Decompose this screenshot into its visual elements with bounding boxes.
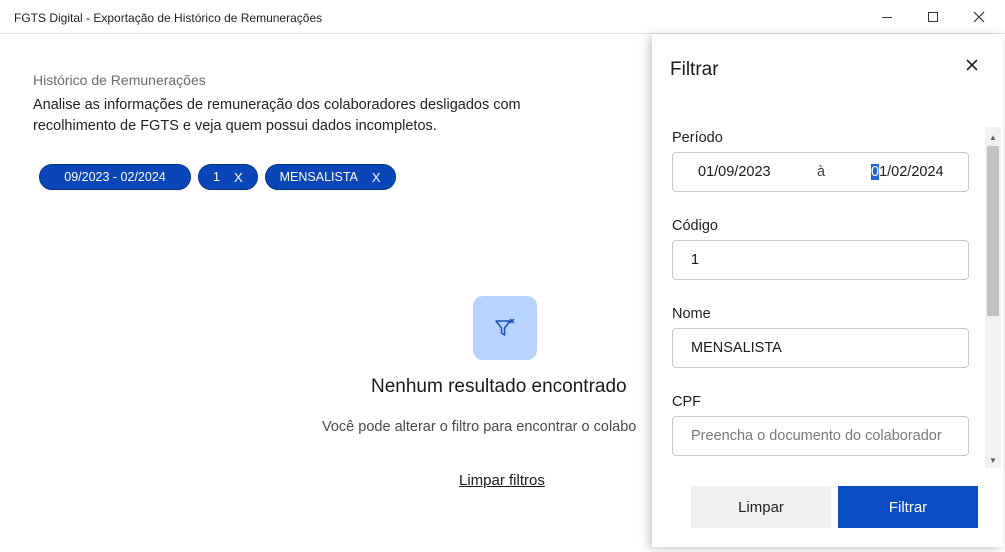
title-bar: FGTS Digital - Exportação de Histórico d… xyxy=(0,0,1005,34)
filter-button[interactable]: Filtrar xyxy=(838,486,978,528)
empty-state-icon-box xyxy=(473,296,537,360)
panel-scrollbar[interactable]: ▲ ▼ xyxy=(985,127,1001,468)
chip-label: MENSALISTA xyxy=(279,170,358,184)
empty-state-subtitle: Você pode alterar o filtro para encontra… xyxy=(322,419,637,435)
clear-button[interactable]: Limpar xyxy=(691,486,831,528)
periodo-field[interactable]: 01/09/2023 à 01/02/2024 xyxy=(672,152,969,192)
selected-text: 0 xyxy=(871,164,880,180)
app-window: FGTS Digital - Exportação de Histórico d… xyxy=(0,0,1005,552)
close-panel-button[interactable] xyxy=(961,54,983,76)
close-window-button[interactable] xyxy=(956,0,1002,34)
chip-nome[interactable]: MENSALISTA X xyxy=(264,164,396,190)
codigo-label: Código xyxy=(672,218,718,234)
scroll-thumb[interactable] xyxy=(987,146,999,316)
clear-filters-link[interactable]: Limpar filtros xyxy=(459,472,545,489)
periodo-separator: à xyxy=(817,164,826,180)
periodo-end-input[interactable]: 01/02/2024 xyxy=(871,164,944,180)
page-description: Analise as informações de remuneração do… xyxy=(33,97,521,134)
codigo-field[interactable] xyxy=(672,240,969,280)
chip-codigo[interactable]: 1 X xyxy=(198,164,258,190)
chip-remove-button[interactable]: X xyxy=(234,170,243,185)
chip-label: 1 xyxy=(213,170,220,184)
chip-period[interactable]: 09/2023 - 02/2024 xyxy=(39,164,191,190)
nome-input[interactable] xyxy=(673,340,968,356)
filter-panel: Filtrar Período 01/09/2023 à 01/02/2024 … xyxy=(652,34,1003,547)
periodo-start-input[interactable]: 01/09/2023 xyxy=(698,164,771,180)
scroll-down-arrow-icon[interactable]: ▼ xyxy=(985,452,1001,468)
filter-x-icon xyxy=(495,318,515,336)
close-icon xyxy=(973,11,985,23)
codigo-input[interactable] xyxy=(673,252,968,268)
filter-panel-title: Filtrar xyxy=(670,59,719,80)
nome-label: Nome xyxy=(672,306,711,322)
cpf-input[interactable] xyxy=(673,428,968,444)
periodo-label: Período xyxy=(672,130,723,146)
scroll-up-arrow-icon[interactable]: ▲ xyxy=(985,129,1001,145)
minimize-icon xyxy=(882,16,892,18)
chip-label: 09/2023 - 02/2024 xyxy=(64,170,166,184)
maximize-icon xyxy=(928,12,938,22)
empty-state-title: Nenhum resultado encontrado xyxy=(371,376,627,397)
periodo-end-text: 1/02/2024 xyxy=(879,164,944,180)
chip-remove-button[interactable]: X xyxy=(372,170,381,185)
close-icon xyxy=(966,59,978,71)
minimize-button[interactable] xyxy=(864,0,910,34)
cpf-field[interactable] xyxy=(672,416,969,456)
maximize-button[interactable] xyxy=(910,0,956,34)
cpf-label: CPF xyxy=(672,394,701,410)
nome-field[interactable] xyxy=(672,328,969,368)
active-filter-chips: 09/2023 - 02/2024 1 X MENSALISTA X xyxy=(39,164,396,190)
window-title: FGTS Digital - Exportação de Histórico d… xyxy=(14,11,323,25)
page-kicker: Histórico de Remunerações xyxy=(33,72,206,88)
